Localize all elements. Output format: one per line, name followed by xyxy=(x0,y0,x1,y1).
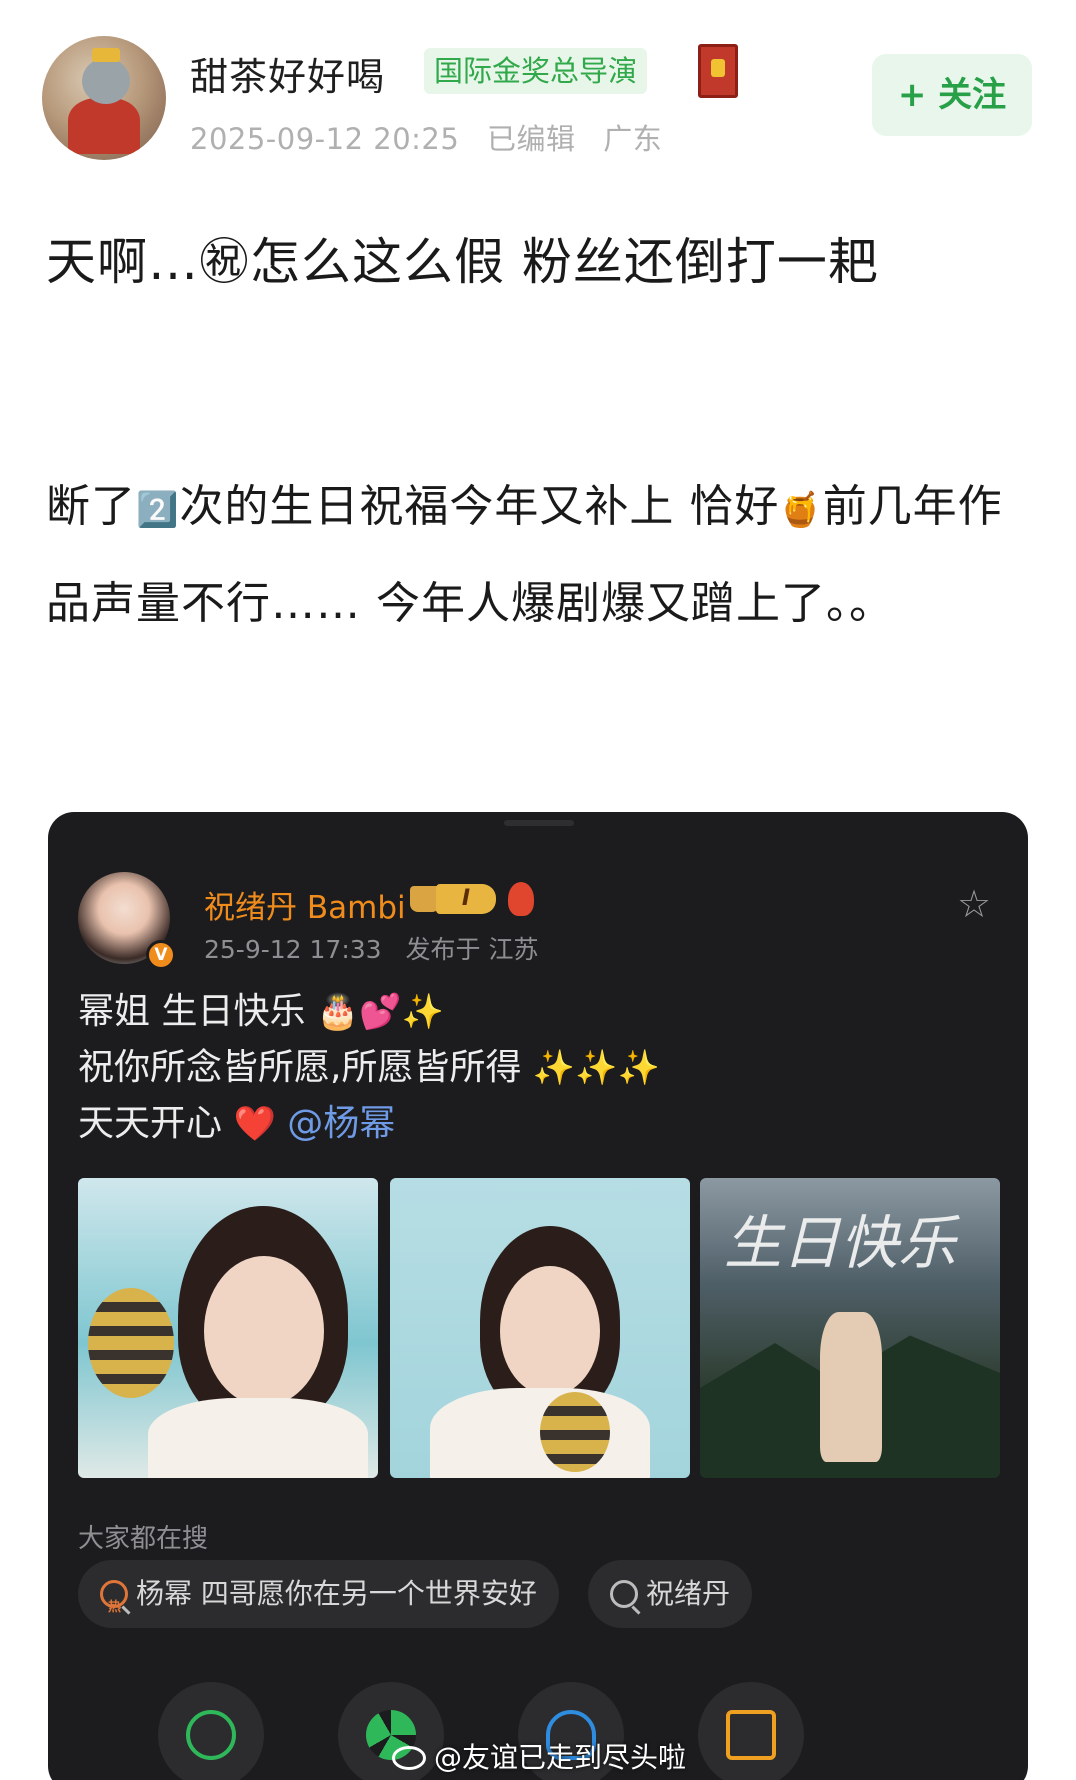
watermark: @友谊已走到尽头啦 xyxy=(392,1736,686,1776)
post-timestamp: 2025-09-12 20:25 xyxy=(190,122,460,156)
embedded-location: 发布于 江苏 xyxy=(405,935,539,964)
embedded-photo-2[interactable] xyxy=(390,1178,690,1478)
weibo-logo-icon xyxy=(392,1746,426,1770)
post-paragraph-2: 断了2️⃣次的生日祝福今年又补上 恰好🍯前几年作品声量不行…… 今年人爆剧爆又蹭… xyxy=(46,460,1036,651)
embedded-photo-1[interactable] xyxy=(78,1178,378,1478)
photo-1-face-shape xyxy=(204,1256,324,1406)
photo-2-bee-plush-shape xyxy=(540,1392,610,1472)
avatar-crown-shape xyxy=(92,48,120,62)
card-drag-handle xyxy=(504,820,574,826)
vip-badge: I xyxy=(410,884,496,916)
embedded-author-name[interactable]: 祝绪丹 Bambi xyxy=(204,882,406,927)
wechat-icon xyxy=(186,1710,236,1760)
post-location: 广东 xyxy=(603,122,663,156)
cake-heart-sparkle-icons: 🎂💕✨ xyxy=(316,992,444,1032)
number-two-icon: 2️⃣ xyxy=(136,490,180,530)
photo-1-bee-plush-shape xyxy=(88,1288,174,1398)
embedded-post-text: 幂姐 生日快乐 🎂💕✨ 祝你所念皆所愿,所愿皆所得 ✨✨✨ 天天开心 ❤️ @杨… xyxy=(78,984,660,1152)
sparkles-icon: ✨✨✨ xyxy=(532,1048,660,1088)
avatar-face-shape xyxy=(82,58,130,104)
honey-pot-icon: 🍯 xyxy=(779,490,823,530)
verified-icon: V xyxy=(146,940,176,970)
photo-3-figure-shape xyxy=(820,1312,882,1462)
post-paragraph-1: 天啊…㊗怎么这么假 粉丝还倒打一耙 xyxy=(46,233,879,291)
hot-tag: 热 xyxy=(108,1600,122,1615)
search-icon xyxy=(610,1580,638,1608)
trending-search-label: 大家都在搜 xyxy=(78,1524,209,1554)
photo-2-face-shape xyxy=(500,1266,600,1396)
embedded-line-3: 天天开心 ❤️ @杨幂 xyxy=(78,1096,660,1152)
save-image-icon xyxy=(726,1710,776,1760)
embedded-line-3-text: 天天开心 xyxy=(78,1103,223,1144)
trending-search-chip-2[interactable]: 祝绪丹 xyxy=(588,1560,753,1628)
author-title-badge[interactable]: 国际金奖总导演 xyxy=(424,48,648,94)
author-username[interactable]: 甜茶好好喝 xyxy=(190,46,385,101)
star-icon[interactable]: ☆ xyxy=(954,884,994,924)
trending-search-chip-1-text: 杨幂 四哥愿你在另一个世界安好 xyxy=(136,1577,537,1610)
mention-link[interactable]: @杨幂 xyxy=(287,1103,395,1144)
embedded-line-1: 幂姐 生日快乐 🎂💕✨ xyxy=(78,984,660,1040)
fire-icon xyxy=(508,882,534,916)
embedded-timestamp: 25-9-12 17:33 xyxy=(204,935,382,964)
embedded-line-1-text: 幂姐 生日快乐 xyxy=(78,991,306,1032)
photo-3-caption: 生日快乐 xyxy=(724,1209,957,1277)
medal-icon[interactable] xyxy=(698,44,738,98)
embedded-weibo-card[interactable]: V 祝绪丹 Bambi I ☆ 25-9-12 17:33 发布于 江苏 幂姐 … xyxy=(48,812,1028,1780)
share-wechat-button[interactable] xyxy=(158,1682,264,1780)
post-paragraph-2-part-b: 次的生日祝福今年又补上 恰好 xyxy=(179,481,780,532)
post-header: 甜茶好好喝 国际金奖总导演 2025-09-12 20:25 已编辑 广东 + … xyxy=(0,0,1076,170)
author-avatar[interactable] xyxy=(42,36,166,160)
trending-search-chip-2-text: 祝绪丹 xyxy=(646,1577,731,1610)
post-edited-flag: 已编辑 xyxy=(487,122,576,156)
trending-search-chip-1[interactable]: 热 杨幂 四哥愿你在另一个世界安好 xyxy=(78,1560,559,1628)
avatar-cape-shape xyxy=(68,98,140,154)
watermark-text: @友谊已走到尽头啦 xyxy=(434,1741,687,1774)
red-heart-icon: ❤️ xyxy=(233,1104,276,1144)
post-paragraph-2-part-a: 断了 xyxy=(46,481,136,532)
embedded-line-2-text: 祝你所念皆所愿,所愿皆所得 xyxy=(78,1047,522,1088)
embedded-meta: 25-9-12 17:33 发布于 江苏 xyxy=(204,930,554,966)
vip-level: I xyxy=(436,884,496,914)
photo-1-body-shape xyxy=(148,1398,368,1478)
embedded-photo-3[interactable]: 生日快乐 xyxy=(700,1178,1000,1478)
post-meta: 2025-09-12 20:25 已编辑 广东 xyxy=(190,116,680,158)
follow-button[interactable]: + 关注 xyxy=(872,54,1032,136)
embedded-line-2: 祝你所念皆所愿,所愿皆所得 ✨✨✨ xyxy=(78,1040,660,1096)
save-image-button[interactable] xyxy=(698,1682,804,1780)
